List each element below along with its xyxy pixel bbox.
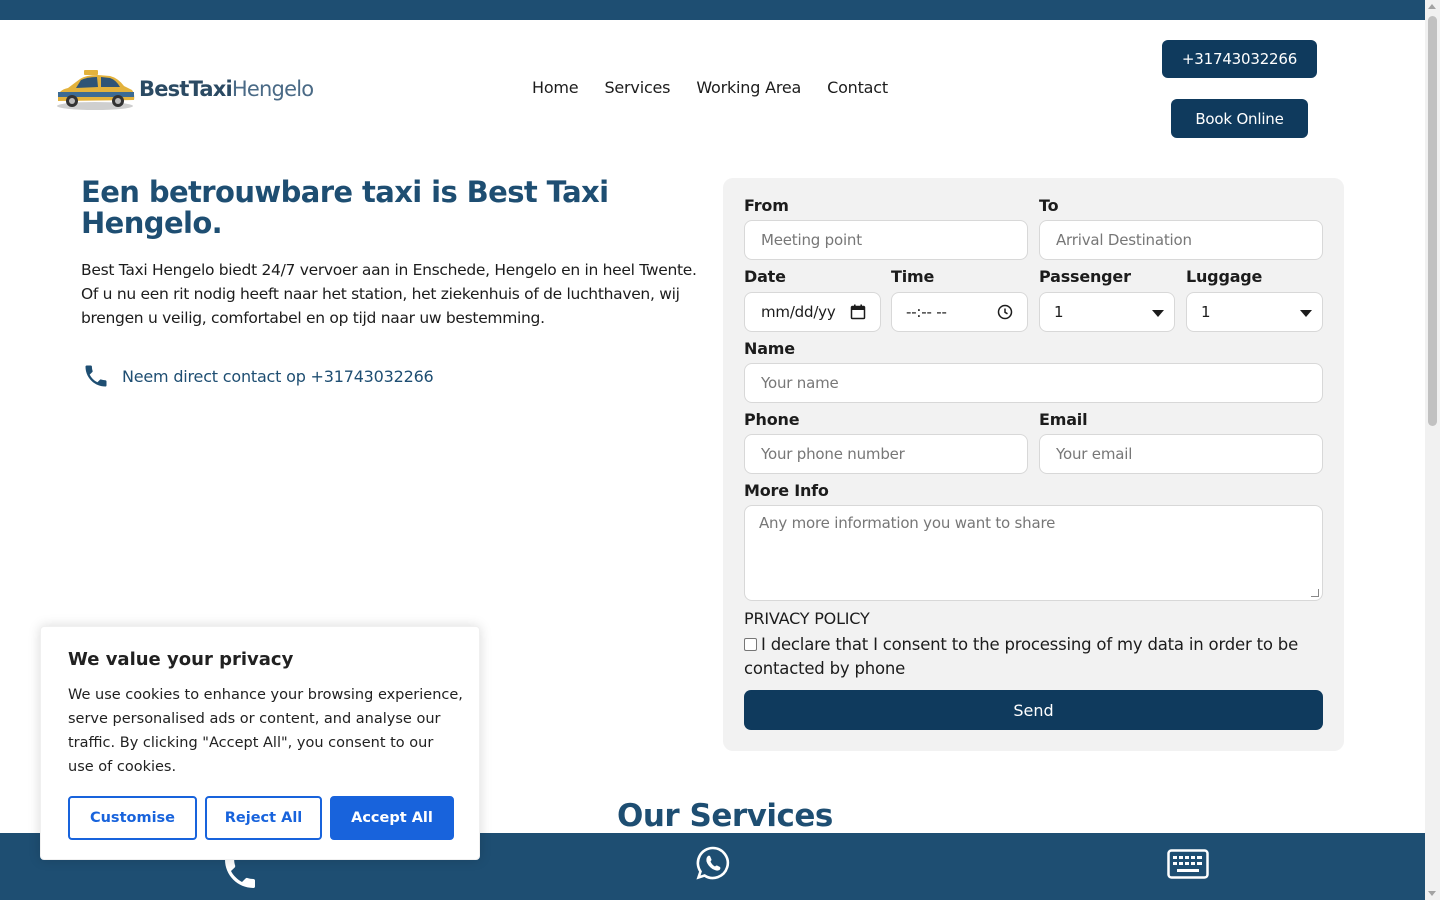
name-label: Name bbox=[744, 339, 795, 358]
cookie-accept-button[interactable]: Accept All bbox=[330, 796, 454, 840]
consent-text: I declare that I consent to the processi… bbox=[744, 635, 1299, 678]
cookie-text: We use cookies to enhance your browsing … bbox=[68, 687, 463, 775]
consent-checkbox[interactable] bbox=[744, 638, 757, 651]
direct-contact-text: Neem direct contact op +31743032266 bbox=[122, 366, 434, 386]
passenger-select[interactable]: 1 bbox=[1039, 292, 1175, 332]
more-info-placeholder: Any more information you want to share bbox=[759, 514, 1056, 532]
passenger-value: 1 bbox=[1054, 303, 1064, 321]
date-value: mm/dd/yy bbox=[761, 303, 836, 321]
from-input[interactable]: Meeting point bbox=[744, 220, 1028, 260]
direct-contact-link[interactable]: Neem direct contact op +31743032266 bbox=[82, 362, 434, 390]
chevron-down-icon bbox=[1300, 310, 1312, 317]
main-nav: Home Services Working Area Contact bbox=[532, 78, 888, 97]
more-info-textarea[interactable]: Any more information you want to share bbox=[744, 505, 1323, 601]
taxi-car-icon bbox=[57, 70, 135, 110]
time-value: --:-- -- bbox=[906, 303, 947, 321]
consent-row: I declare that I consent to the processi… bbox=[744, 633, 1324, 681]
from-label: From bbox=[744, 196, 789, 215]
luggage-value: 1 bbox=[1201, 303, 1211, 321]
time-label: Time bbox=[891, 267, 935, 286]
to-label: To bbox=[1039, 196, 1059, 215]
send-button[interactable]: Send bbox=[744, 690, 1323, 730]
whatsapp-icon[interactable] bbox=[695, 845, 731, 881]
passenger-label: Passenger bbox=[1039, 267, 1131, 286]
email-input[interactable]: Your email bbox=[1039, 434, 1323, 474]
scroll-down-icon[interactable] bbox=[1428, 891, 1436, 896]
cookie-reject-button[interactable]: Reject All bbox=[205, 796, 322, 840]
date-label: Date bbox=[744, 267, 786, 286]
nav-home[interactable]: Home bbox=[532, 78, 579, 97]
top-bar bbox=[0, 0, 1425, 20]
email-label: Email bbox=[1039, 410, 1088, 429]
book-online-button[interactable]: Book Online bbox=[1171, 99, 1308, 138]
calendar-icon[interactable] bbox=[850, 304, 866, 320]
phone-label: Phone bbox=[744, 410, 800, 429]
privacy-policy-heading: PRIVACY POLICY bbox=[744, 609, 870, 628]
nav-working-area[interactable]: Working Area bbox=[696, 78, 801, 97]
logo-text: BestTaxiHengelo bbox=[139, 77, 314, 101]
phone-icon bbox=[85, 365, 107, 387]
nav-services[interactable]: Services bbox=[604, 78, 670, 97]
scrollbar-thumb[interactable] bbox=[1428, 16, 1437, 426]
date-input[interactable]: mm/dd/yy bbox=[744, 292, 881, 332]
page-scrollbar[interactable] bbox=[1425, 0, 1440, 900]
cookie-customise-button[interactable]: Customise bbox=[68, 796, 197, 840]
services-heading: Our Services bbox=[617, 798, 833, 834]
logo[interactable]: BestTaxiHengelo bbox=[54, 66, 314, 112]
keyboard-icon[interactable] bbox=[1167, 849, 1209, 879]
luggage-label: Luggage bbox=[1186, 267, 1263, 286]
resize-handle-icon[interactable] bbox=[1311, 589, 1319, 597]
nav-contact[interactable]: Contact bbox=[827, 78, 888, 97]
phone-input[interactable]: Your phone number bbox=[744, 434, 1028, 474]
to-input[interactable]: Arrival Destination bbox=[1039, 220, 1323, 260]
more-info-label: More Info bbox=[744, 481, 829, 500]
hero-text: Best Taxi Hengelo biedt 24/7 vervoer aan… bbox=[81, 261, 697, 327]
header-phone-button[interactable]: +31743032266 bbox=[1162, 40, 1317, 78]
chevron-down-icon bbox=[1152, 310, 1164, 317]
cookie-title: We value your privacy bbox=[68, 649, 294, 670]
scroll-up-icon[interactable] bbox=[1428, 4, 1436, 9]
cookie-consent-banner: We value your privacy We use cookies to … bbox=[40, 626, 480, 860]
name-input[interactable]: Your name bbox=[744, 363, 1323, 403]
clock-icon[interactable] bbox=[997, 304, 1013, 320]
time-input[interactable]: --:-- -- bbox=[891, 292, 1028, 332]
hero-title: Een betrouwbare taxi is Best Taxi Hengel… bbox=[81, 175, 609, 240]
luggage-select[interactable]: 1 bbox=[1186, 292, 1323, 332]
